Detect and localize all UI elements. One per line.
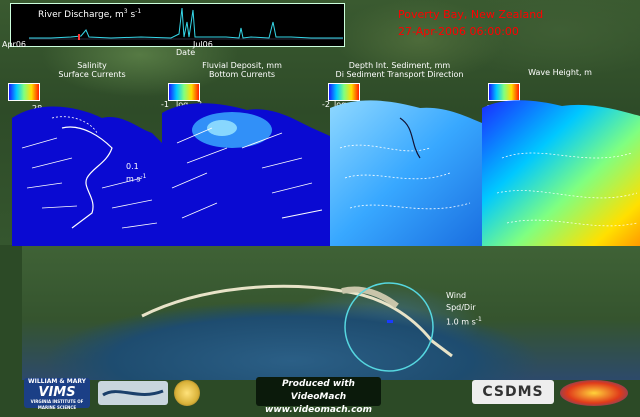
current-scale-label: 0.1 m s-1 [126, 162, 147, 184]
panel-wave-map [482, 88, 640, 246]
satellite-svg [141, 282, 453, 372]
partner-logo-wave [98, 381, 168, 405]
discharge-title: River Discharge, m3 s-1 [38, 8, 142, 20]
sun-emblem-logo [174, 380, 200, 406]
sediment-svg [330, 100, 482, 246]
partner-logo-wave-icon [102, 389, 164, 397]
discharge-tick-mid: Jul06 [193, 40, 213, 49]
location-title: Poverty Bay, New Zealand [398, 8, 544, 21]
panel-3-label: Depth Int. Sediment, mm Di Sediment Trans… [335, 61, 464, 79]
vims-logo: WILLIAM & MARY VIMS VIRGINIA INSTITUTE O… [24, 378, 90, 410]
wind-direction-mark [387, 320, 393, 323]
panel-4-label: Wave Height, m [528, 68, 592, 77]
discharge-tick-left: Apr06 [2, 40, 27, 49]
wind-legend: Wind Spd/Dir 1.0 m s-1 [446, 291, 482, 327]
panel-sediment-map [330, 88, 482, 246]
partner-round-logo [560, 380, 628, 406]
river-discharge-plot: River Discharge, m3 s-1 [10, 3, 345, 47]
satellite-map [22, 246, 640, 380]
csdms-logo: CSDMS [472, 380, 554, 404]
title-block: Poverty Bay, New Zealand 27-Apr-2006 06:… [398, 6, 543, 40]
datetime-title: 27-Apr-2006 06:00:00 [398, 25, 519, 38]
discharge-xlabel: Date [176, 48, 196, 57]
panel-2-label: Fluvial Deposit, mm Bottom Currents [202, 61, 282, 79]
panel-1-label: Salinity Surface Currents [58, 61, 126, 79]
wave-svg [482, 100, 640, 246]
fluvial-svg [162, 103, 330, 246]
videomach-badge: Produced with VideoMach www.videomach.co… [256, 377, 381, 415]
wind-speed: 1.0 m s-1 [446, 316, 482, 327]
panel-fluvial-map [162, 88, 330, 246]
discharge-time-marker [78, 34, 80, 40]
